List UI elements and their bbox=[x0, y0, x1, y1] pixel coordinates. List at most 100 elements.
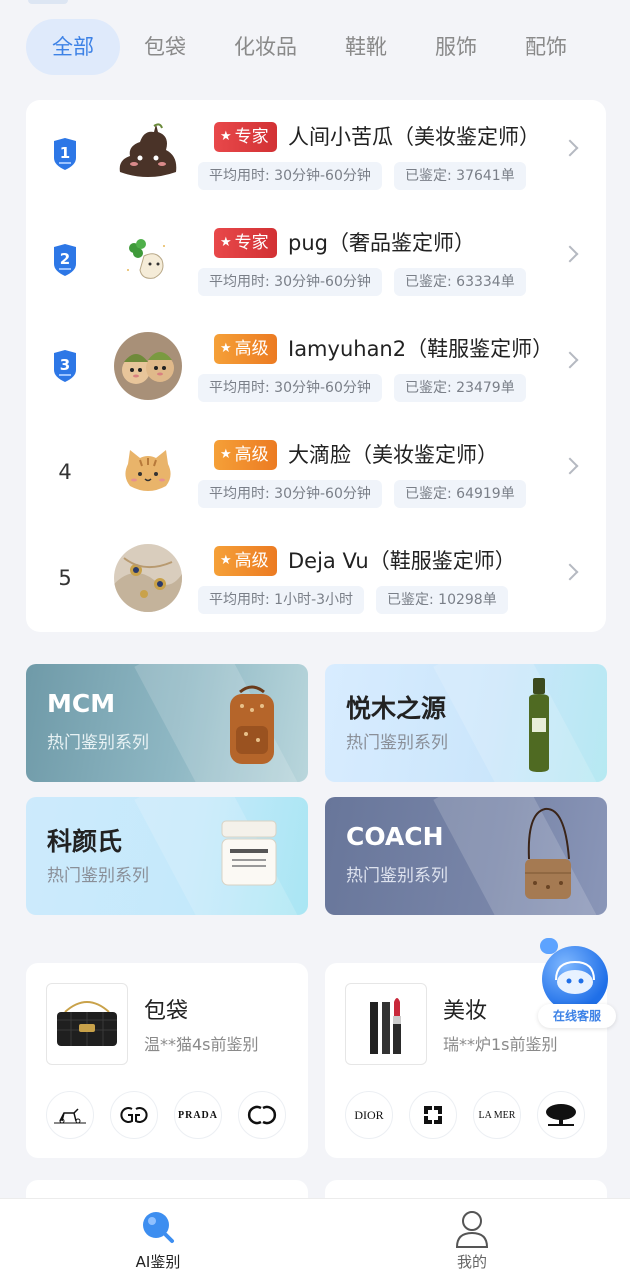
level-badge-senior: ★ 高级 bbox=[214, 546, 277, 576]
series-subtitle: 热门鉴别系列 bbox=[47, 866, 149, 886]
level-label: 专家 bbox=[234, 127, 269, 147]
appraiser-row[interactable]: 2 ★ 专家 pug（奢品鉴定师） 平均用时: 30分钟-60分钟 已鉴定: 63… bbox=[26, 206, 606, 312]
appraiser-avatar bbox=[114, 438, 182, 506]
series-title: COACH bbox=[346, 822, 444, 851]
ai-search-icon bbox=[143, 1212, 174, 1243]
appraised-count: 已鉴定: 64919单 bbox=[394, 480, 526, 508]
star-icon: ★ bbox=[220, 129, 232, 144]
appraiser-row[interactable]: 1 ★ 专家 人间小苦瓜（美妆鉴定师） 平均用时: 30分钟-60分钟 已鉴定: … bbox=[26, 100, 606, 206]
appraised-count: 已鉴定: 10298单 bbox=[376, 586, 508, 614]
series-title: MCM bbox=[47, 689, 116, 718]
tab-accessories[interactable]: 配饰 bbox=[501, 19, 591, 75]
nav-ai-appraisal[interactable]: AI鉴别 bbox=[98, 1207, 218, 1277]
givenchy-logo-icon[interactable] bbox=[409, 1091, 457, 1139]
rank-1-medal-icon: 1 bbox=[52, 138, 78, 170]
jar-image bbox=[221, 820, 277, 886]
appraiser-name: 大滴脸（美妆鉴定师） bbox=[288, 443, 498, 467]
level-label: 高级 bbox=[234, 445, 269, 465]
card-sheen bbox=[433, 664, 607, 782]
level-badge-senior: ★ 高级 bbox=[214, 440, 277, 470]
service-label: 在线客服 bbox=[538, 1004, 616, 1028]
tab-apparel[interactable]: 服饰 bbox=[411, 19, 501, 75]
appraiser-name: pug（奢品鉴定师） bbox=[288, 231, 475, 255]
tab-shoes[interactable]: 鞋靴 bbox=[321, 19, 411, 75]
appraiser-name: Iamyuhan2（鞋服鉴定师） bbox=[288, 337, 554, 361]
star-icon: ★ bbox=[220, 447, 232, 462]
appraiser-name: 人间小苦瓜（美妆鉴定师） bbox=[288, 125, 540, 149]
tab-all[interactable]: 全部 bbox=[26, 19, 120, 75]
level-label: 专家 bbox=[234, 233, 269, 253]
nav-label: 我的 bbox=[456, 1253, 487, 1271]
appraiser-avatar bbox=[114, 544, 182, 612]
bottle-image bbox=[529, 678, 549, 772]
avg-time: 平均用时: 30分钟-60分钟 bbox=[198, 162, 382, 190]
chevron-right-icon bbox=[561, 563, 579, 581]
series-card-origins[interactable]: 悦木之源 热门鉴别系列 bbox=[325, 664, 607, 782]
series-card-mcm[interactable]: MCM 热门鉴别系列 bbox=[26, 664, 308, 782]
series-subtitle: 热门鉴别系列 bbox=[47, 733, 149, 753]
appraiser-row[interactable]: 5 ★ 高级 Deja Vu（鞋服鉴定师） 平均用时: 1小时-3小时 已鉴定: … bbox=[26, 524, 606, 630]
appraised-count: 已鉴定: 63334单 bbox=[394, 268, 526, 296]
chevron-right-icon bbox=[561, 245, 579, 263]
appraiser-avatar bbox=[114, 120, 182, 188]
rank-number: 5 bbox=[58, 566, 72, 590]
bottom-nav: AI鉴别 我的 bbox=[0, 1198, 630, 1280]
rank-3-medal-icon: 3 bbox=[52, 350, 78, 382]
card-sheen bbox=[433, 797, 607, 915]
appraised-count: 已鉴定: 23479单 bbox=[394, 374, 526, 402]
series-subtitle: 热门鉴别系列 bbox=[346, 866, 448, 886]
user-icon bbox=[455, 1211, 489, 1248]
chevron-right-icon bbox=[561, 457, 579, 475]
bag-thumbnail bbox=[46, 983, 128, 1065]
level-label: 高级 bbox=[234, 339, 269, 359]
level-badge-senior: ★ 高级 bbox=[214, 334, 277, 364]
category-title: 美妆 bbox=[443, 999, 488, 1024]
nav-label: AI鉴别 bbox=[135, 1253, 181, 1271]
avg-time: 平均用时: 30分钟-60分钟 bbox=[198, 480, 382, 508]
appraiser-ranking-card: 1 ★ 专家 人间小苦瓜（美妆鉴定师） 平均用时: 30分钟-60分钟 已鉴定: … bbox=[26, 100, 606, 632]
lipstick-thumbnail bbox=[345, 983, 427, 1065]
avg-time: 平均用时: 30分钟-60分钟 bbox=[198, 268, 382, 296]
category-latest: 温**猫4s前鉴别 bbox=[144, 1035, 259, 1054]
online-service-button[interactable]: 在线客服 bbox=[538, 938, 618, 1028]
chanel-logo-icon[interactable] bbox=[238, 1091, 286, 1139]
avg-time: 平均用时: 30分钟-60分钟 bbox=[198, 374, 382, 402]
appraiser-avatar bbox=[114, 332, 182, 400]
rank-2-medal-icon: 2 bbox=[52, 244, 78, 276]
lamer-logo-icon[interactable]: LA MER bbox=[473, 1091, 521, 1139]
svg-text:3: 3 bbox=[60, 356, 70, 374]
appraiser-row[interactable]: 4 ★ 高级 大滴脸（美妆鉴定师） 平均用时: 30分钟-60分钟 已鉴定: 64… bbox=[26, 418, 606, 524]
svg-text:2: 2 bbox=[60, 250, 70, 268]
level-label: 高级 bbox=[234, 551, 269, 571]
dior-logo-icon[interactable]: DIOR bbox=[345, 1091, 393, 1139]
star-icon: ★ bbox=[220, 341, 232, 356]
chevron-right-icon bbox=[561, 351, 579, 369]
svg-text:1: 1 bbox=[60, 144, 70, 162]
series-card-coach[interactable]: COACH 热门鉴别系列 bbox=[325, 797, 607, 915]
prada-logo-icon[interactable]: PRADA bbox=[174, 1091, 222, 1139]
nav-mine[interactable]: 我的 bbox=[412, 1207, 532, 1277]
top-search-remnant bbox=[28, 0, 68, 4]
avg-time: 平均用时: 1小时-3小时 bbox=[198, 586, 365, 614]
appraiser-row[interactable]: 3 ★ 高级 Iamyuhan2（鞋服鉴定师） 平均用时: 30分钟-60分钟 已… bbox=[26, 312, 606, 418]
series-title: 科颜氏 bbox=[47, 827, 123, 856]
chevron-right-icon bbox=[561, 139, 579, 157]
series-card-kiehls[interactable]: 科颜氏 热门鉴别系列 bbox=[26, 797, 308, 915]
category-tabs: 全部 包袋 化妆品 鞋靴 服饰 配饰 bbox=[26, 18, 630, 76]
chat-bubble-icon bbox=[540, 938, 558, 954]
tab-bags[interactable]: 包袋 bbox=[120, 19, 210, 75]
handbag-image bbox=[525, 807, 571, 899]
level-badge-expert: ★ 专家 bbox=[214, 228, 277, 258]
category-card-bags[interactable]: 包袋 温**猫4s前鉴别 PRADA bbox=[26, 963, 308, 1158]
level-badge-expert: ★ 专家 bbox=[214, 122, 277, 152]
category-title: 包袋 bbox=[144, 999, 189, 1024]
star-icon: ★ bbox=[220, 235, 232, 250]
backpack-image bbox=[230, 685, 274, 764]
rank-number: 4 bbox=[58, 460, 72, 484]
series-subtitle: 热门鉴别系列 bbox=[346, 733, 448, 753]
category-latest: 瑞**炉1s前鉴别 bbox=[443, 1035, 558, 1054]
tab-cosmetics[interactable]: 化妆品 bbox=[210, 19, 321, 75]
hermes-logo-icon[interactable] bbox=[46, 1091, 94, 1139]
tree-logo-icon[interactable] bbox=[537, 1091, 585, 1139]
gucci-logo-icon[interactable] bbox=[110, 1091, 158, 1139]
